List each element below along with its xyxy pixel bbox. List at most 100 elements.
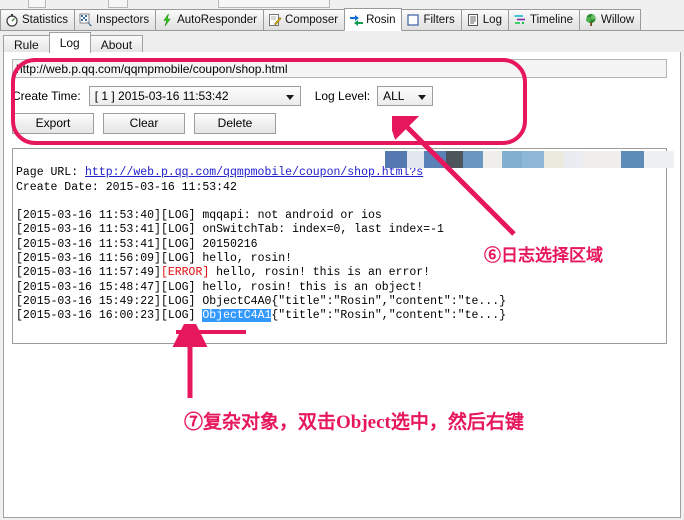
tab-statistics[interactable]: Statistics [0,9,76,30]
lightning-icon [160,13,174,27]
log-line-text: {"title":"Rosin","content":"te...} [271,294,507,308]
page-url-label: Page URL: [16,166,79,180]
delete-button[interactable]: Delete [194,113,276,134]
color-swatch [522,151,544,168]
log-toolbar: Create Time: [ 1 ] 2015-03-16 11:53:42 L… [4,52,680,140]
tab-composer[interactable]: Composer [263,9,346,30]
color-swatch [544,151,564,168]
annotation-underline [176,330,246,334]
arrows-swap-icon [349,13,364,27]
stopwatch-icon [5,13,19,27]
create-date-label: Create Date: [16,180,99,194]
ghost-toolbar-button-2 [108,0,128,8]
ghost-toolbar-search [218,0,330,8]
log-line-time: [2015-03-16 11:53:41] [16,237,161,251]
color-swatch [644,151,674,168]
sub-tab-log-label: Log [59,36,80,50]
ghost-toolbar-button-1 [28,0,46,8]
log-line-text: hello, rosin! [195,252,293,266]
clear-button[interactable]: Clear [103,113,185,134]
tab-inspectors-label: Inspectors [96,14,150,26]
log-object-token[interactable]: ObjectC4A0 [202,295,271,308]
color-swatch [483,151,502,168]
log-line: [2015-03-16 11:53:41][LOG] onSwitchTab: … [16,223,444,236]
log-line-level: [LOG] [160,237,196,251]
annotation-note-7: ⑦复杂对象，双击Object选中，然后右键 [184,412,524,433]
color-swatch [385,151,407,168]
color-swatch [424,151,446,168]
sub-tab-rule[interactable]: Rule [3,35,50,53]
tab-log[interactable]: Log [460,9,509,30]
log-line-level: [LOG] [160,309,196,323]
log-line-time: [2015-03-16 15:49:22] [16,294,161,308]
create-time-value: [ 1 ] 2015-03-16 11:53:42 [94,88,229,103]
color-swatch [621,151,644,168]
chevron-down-icon [285,94,294,100]
color-swatch [502,151,522,168]
tab-statistics-label: Statistics [22,14,69,26]
page-url-link[interactable]: http://web.p.qq.com/qqmpmobile/coupon/sh… [85,166,423,179]
inspectors-icon [79,13,93,27]
compose-pencil-icon [268,13,282,27]
log-line: [2015-03-16 11:57:49][ERROR] hello, rosi… [16,266,430,279]
sub-tab-log[interactable]: Log [48,32,91,53]
log-line-text: onSwitchTab: index=0, last index=-1 [195,223,444,237]
log-line-time: [2015-03-16 11:53:40] [16,209,161,223]
color-swatch [463,151,483,168]
log-line-level: [ERROR] [160,266,210,280]
tab-inspectors[interactable]: Inspectors [74,9,157,30]
tab-autoresponder[interactable]: AutoResponder [155,9,264,30]
tab-rosin-label: Rosin [366,13,396,26]
log-line-time: [2015-03-16 15:48:47] [16,280,161,294]
log-line: [2015-03-16 16:00:23][LOG] ObjectC4A1{"t… [16,309,507,323]
window-frame-left [0,52,3,518]
log-line-level: [LOG] [160,209,196,223]
log-line: [2015-03-16 11:56:09][LOG] hello, rosin! [16,252,292,265]
log-line: [2015-03-16 15:49:22][LOG] ObjectC4A0{"t… [16,295,506,308]
log-line-level: [LOG] [160,294,196,308]
log-level-label: Log Level: [314,88,371,103]
color-swatch [583,151,621,168]
sub-tab-about-label: About [100,38,133,52]
log-line-text: {"title":"Rosin","content":"te...} [271,309,507,323]
log-line: [2015-03-16 11:53:41][LOG] 20150216 [16,238,258,251]
annotation-note-6: ⑥日志选择区域 [484,246,603,265]
tab-willow-label: Willow [601,14,635,26]
tree-icon [584,13,598,27]
log-level-select[interactable]: ALL [377,85,434,106]
tab-rosin[interactable]: Rosin [344,8,403,31]
tab-filters[interactable]: Filters [401,9,462,30]
log-line-text: mqqapi: not android or ios [195,209,382,223]
sub-tab-rule-label: Rule [14,38,39,52]
log-line-time: [2015-03-16 11:57:49] [16,266,161,280]
log-list-icon [466,13,480,27]
create-date-value: 2015-03-16 11:53:42 [105,180,237,194]
create-time-label: Create Time: [12,88,81,103]
log-line-time: [2015-03-16 16:00:23] [16,309,161,323]
sub-tab-about[interactable]: About [89,35,144,53]
tab-willow[interactable]: Willow [579,9,642,30]
log-line-text: hello, rosin! this is an error! [209,266,431,280]
log-line-time: [2015-03-16 11:53:41] [16,223,161,237]
color-swatch [407,151,424,168]
filter-square-icon [406,13,420,27]
color-swatch-strip [385,151,674,168]
chevron-down-icon [418,94,427,100]
tab-timeline[interactable]: Timeline [507,9,580,30]
page-url-input[interactable] [12,59,667,78]
create-time-select[interactable]: [ 1 ] 2015-03-16 11:53:42 [88,85,301,106]
window-toolbar-strip [0,0,684,9]
tab-filters-label: Filters [423,14,455,26]
export-button[interactable]: Export [12,113,94,134]
color-swatch [446,151,463,168]
sub-tab-bar[interactable]: Rule Log About [3,32,681,53]
log-line-text: 20150216 [195,237,258,251]
tab-log-label: Log [482,14,502,26]
log-line-level: [LOG] [160,280,196,294]
main-tab-bar[interactable]: Statistics Inspectors AutoResponder Comp… [0,8,684,31]
tab-autoresponder-label: AutoResponder [177,14,257,26]
tab-timeline-label: Timeline [529,14,573,26]
action-button-row: Export Clear Delete [12,113,672,134]
log-object-token-selected[interactable]: ObjectC4A1 [202,309,272,323]
log-line-text: hello, rosin! this is an object! [195,280,424,294]
